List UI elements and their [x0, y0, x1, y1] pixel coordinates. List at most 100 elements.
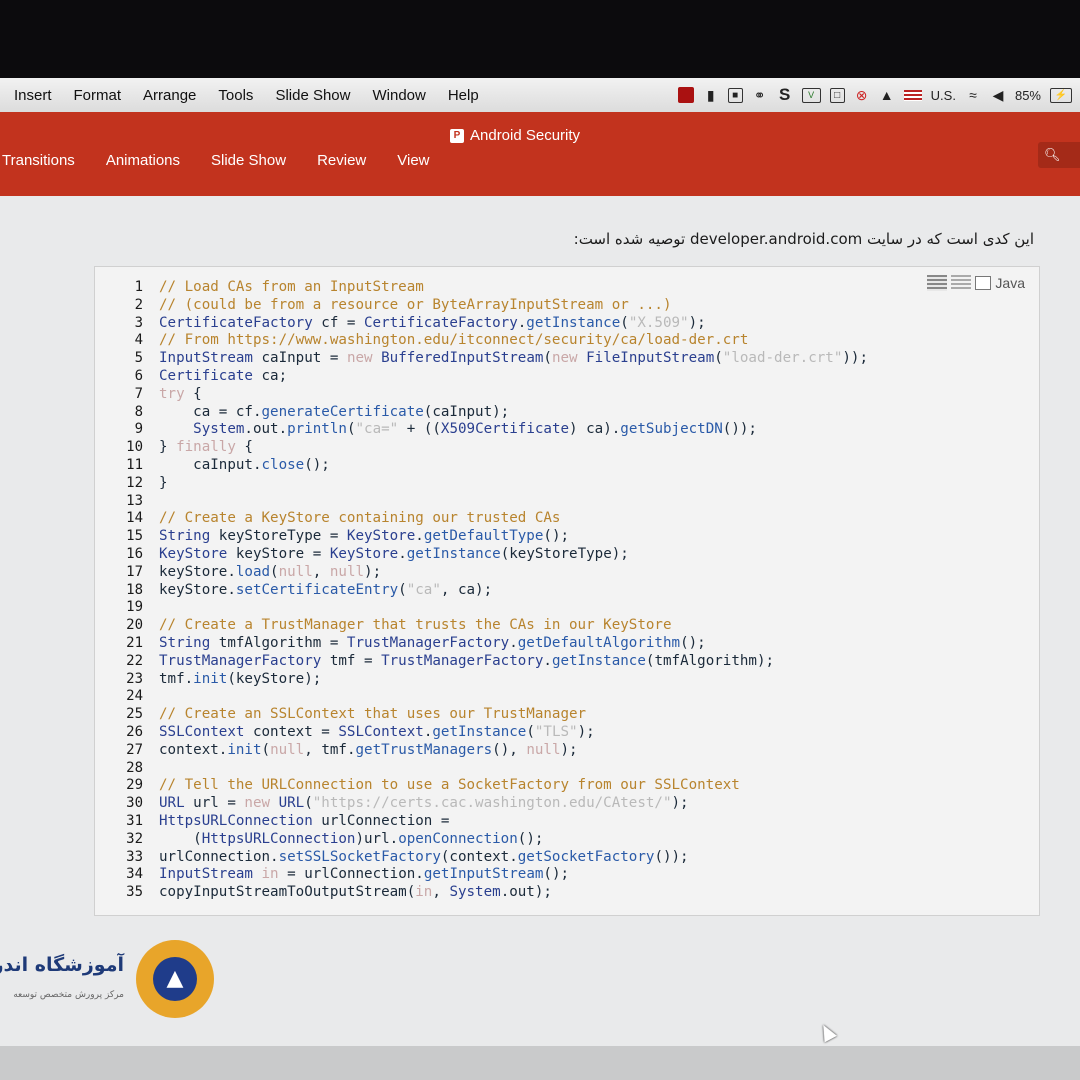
graduation-cap-icon: ▲ [136, 940, 214, 1018]
code-line: urlConnection.setSSLSocketFactory(contex… [159, 848, 689, 865]
line-number: 21 [126, 634, 143, 651]
code-line: tmf.init(keyStore); [159, 670, 322, 687]
line-number: 8 [134, 403, 143, 420]
document-title-text: Android Security [470, 127, 581, 144]
code-line: HttpsURLConnection urlConnection = [159, 812, 450, 829]
volume-icon[interactable]: ◀ [990, 87, 1006, 103]
window-icon[interactable]: ■ [727, 87, 743, 103]
code-block[interactable]: Java 1 2 3 4 5 6 7 8 9 10 11 12 13 14 15 16 17 18 19 20 21 22… [94, 266, 1040, 916]
view-source-icon[interactable] [927, 275, 948, 291]
code-line: InputStream caInput = new BufferedInputS… [159, 350, 869, 367]
line-number: 11 [126, 456, 143, 473]
menu-help[interactable]: Help [448, 87, 479, 104]
line-number: 16 [126, 545, 143, 562]
code-line: // Tell the URLConnection to use a Socke… [159, 777, 740, 794]
document-title: P Android Security [450, 127, 580, 144]
line-number: 18 [126, 581, 143, 598]
line-number: 10 [126, 439, 143, 456]
code-lines: // Load CAs from an InputStream// (could… [159, 279, 868, 902]
code-line: System.out.println("ca=" + ((X509Certifi… [193, 421, 757, 438]
line-number: 30 [126, 795, 143, 812]
code-line: // From https://www.washington.edu/itcon… [159, 332, 749, 349]
line-number: 28 [126, 759, 143, 776]
tab-transitions[interactable]: Transitions [2, 152, 75, 169]
code-line: TrustManagerFactory tmf = TrustManagerFa… [159, 652, 775, 669]
wifi-icon[interactable]: ≈ [965, 87, 981, 103]
vpn-icon[interactable]: V [801, 87, 821, 103]
skype-icon[interactable]: S [777, 86, 793, 103]
line-number: 12 [126, 474, 143, 491]
code-line: // Create an SSLContext that uses our Tr… [159, 706, 587, 723]
creative-cloud-icon[interactable]: ⚭ [752, 87, 768, 103]
sync-error-icon[interactable]: ⊗ [854, 87, 870, 103]
slide[interactable]: این کدی است که در سایت developer.android… [0, 196, 1080, 1046]
code-line: // Load CAs from an InputStream [159, 279, 424, 295]
line-number: 7 [134, 385, 143, 402]
logo-title: آموزشگاه اندرو [0, 954, 124, 976]
line-numbers: 1 2 3 4 5 6 7 8 9 10 11 12 13 14 15 16 17 18 19 20 21 22 23 24 2… [109, 279, 143, 902]
code-line: caInput.close(); [159, 456, 330, 473]
clipboard-icon[interactable]: □ [829, 87, 845, 103]
code-line: ca = cf.generateCertificate(caInput); [159, 403, 510, 420]
code-line: (HttpsURLConnection)url.openConnection()… [159, 830, 544, 847]
chat-icon[interactable]: ▮ [703, 87, 719, 103]
code-line: // Create a KeyStore containing our trus… [159, 510, 561, 527]
search-icon: 🔍︎ [1044, 147, 1061, 162]
flashlight-icon[interactable]: ▲ [879, 87, 895, 103]
tab-slide-show[interactable]: Slide Show [211, 152, 286, 169]
tab-view[interactable]: View [397, 152, 429, 169]
code-line: KeyStore keyStore = KeyStore.getInstance… [159, 545, 629, 562]
code-line: Certificate ca; [159, 367, 288, 384]
code-line: try { [159, 385, 202, 402]
copy-icon[interactable] [951, 275, 972, 291]
menu-insert[interactable]: Insert [14, 87, 52, 104]
menu-format[interactable]: Format [74, 87, 122, 104]
logo-subtitle: مرکز پرورش متخصص توسعه [13, 990, 124, 1000]
line-number: 23 [126, 670, 143, 687]
search-input[interactable]: 🔍︎ [1038, 142, 1080, 168]
code-line: String keyStoreType = KeyStore.getDefaul… [159, 528, 570, 545]
status-strip [0, 1046, 1080, 1080]
code-line: } [159, 474, 168, 491]
line-number: 13 [126, 492, 143, 509]
tab-animations[interactable]: Animations [106, 152, 180, 169]
line-number: 31 [126, 812, 143, 829]
record-icon[interactable] [677, 87, 694, 103]
powerpoint-doc-icon: P [450, 128, 464, 143]
menu-bar: Insert Format Arrange Tools Slide Show W… [0, 78, 1080, 112]
menu-window[interactable]: Window [372, 87, 425, 104]
code-line: keyStore.setCertificateEntry("ca", ca); [159, 581, 493, 598]
line-number: 22 [126, 652, 143, 669]
menu-slide-show[interactable]: Slide Show [275, 87, 350, 104]
input-source-label[interactable]: U.S. [931, 88, 956, 103]
menu-tools[interactable]: Tools [218, 87, 253, 104]
tab-review[interactable]: Review [317, 152, 366, 169]
line-number: 5 [134, 350, 143, 367]
ribbon: P Android Security Transitions Animation… [0, 112, 1080, 196]
line-number: 4 [134, 332, 143, 349]
code-line: keyStore.load(null, null); [159, 563, 382, 580]
line-number: 15 [126, 528, 143, 545]
line-number: 3 [134, 314, 143, 331]
us-flag-icon[interactable] [903, 89, 922, 101]
code-toolbar: Java [927, 275, 1025, 291]
line-number: 17 [126, 563, 143, 580]
line-number: 29 [126, 777, 143, 794]
line-number: 33 [126, 848, 143, 865]
code-line: URL url = new URL("https://certs.cac.was… [159, 795, 689, 812]
status-icons: ▮ ■ ⚭ S V □ ⊗ ▲ U.S. ≈ ◀ 85% ⚡ [677, 78, 1072, 112]
institute-logo: آموزشگاه اندرو مرکز پرورش متخصص توسعه ▲ [0, 940, 220, 1030]
popout-icon[interactable] [975, 276, 992, 290]
menu-arrange[interactable]: Arrange [143, 87, 196, 104]
battery-percent: 85% [1014, 87, 1041, 103]
line-number: 35 [126, 884, 143, 901]
code-line: // (could be from a resource or ByteArra… [159, 296, 672, 313]
line-number: 32 [126, 830, 143, 847]
line-number: 9 [134, 421, 143, 438]
code-line: SSLContext context = SSLContext.getInsta… [159, 723, 595, 740]
battery-icon[interactable]: ⚡ [1050, 87, 1072, 103]
intro-text: این کدی است که در سایت developer.android… [573, 230, 1034, 248]
line-number: 6 [134, 367, 143, 384]
line-number: 20 [126, 617, 143, 634]
